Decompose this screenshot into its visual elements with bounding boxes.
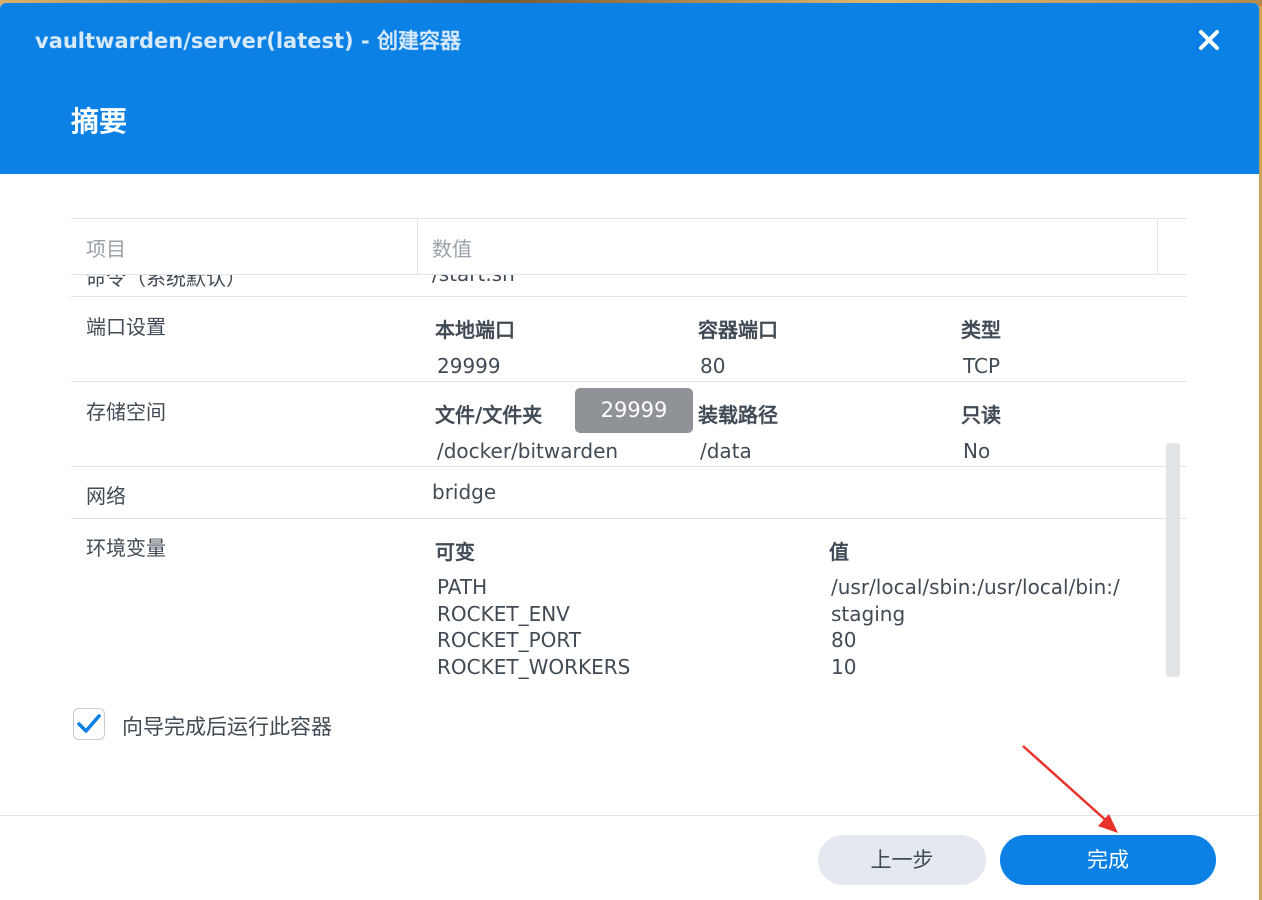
row-label-ports: 端口设置 (86, 315, 166, 339)
network-value: bridge (432, 480, 497, 504)
ports-value-local: 29999 (437, 354, 501, 378)
close-button[interactable] (1192, 23, 1226, 57)
check-icon (77, 714, 101, 733)
env-var-value: 80 (831, 628, 857, 652)
ports-value-type: TCP (963, 354, 1001, 378)
row-label-storage: 存储空间 (86, 400, 166, 424)
create-container-dialog: vaultwarden/server(latest) - 创建容器 摘要 项目 … (0, 3, 1259, 900)
dialog-header: vaultwarden/server(latest) - 创建容器 摘要 (0, 3, 1259, 174)
storage-value-readonly: No (963, 439, 991, 463)
env-header-value: 值 (829, 540, 849, 564)
storage-value-folder: /docker/bitwarden (437, 439, 619, 463)
ports-header-local: 本地端口 (435, 318, 515, 342)
row-label-network: 网络 (86, 484, 126, 508)
window-title: vaultwarden/server(latest) - 创建容器 (35, 29, 461, 53)
ports-header-type: 类型 (961, 318, 1001, 342)
run-after-wizard-checkbox[interactable] (73, 708, 105, 740)
table-row-command: 命令（系统默认） /start.sh (71, 274, 1187, 297)
page-heading: 摘要 (71, 105, 128, 138)
previous-step-button[interactable]: 上一步 (818, 835, 986, 885)
row-label-command: 命令（系统默认） (86, 274, 246, 290)
env-var-value: /usr/local/sbin:/usr/local/bin:/ (831, 575, 1120, 599)
row-value-command: /start.sh (432, 274, 515, 286)
finish-button[interactable]: 完成 (1000, 835, 1216, 885)
table-header: 项目 数值 (71, 218, 1187, 275)
table-row-env: 环境变量 可变 值 PATH /usr/local/sbin:/usr/loca… (71, 519, 1187, 680)
env-var-name: ROCKET_PORT (437, 628, 582, 652)
ports-value-container: 80 (700, 354, 726, 378)
column-header-value[interactable]: 数值 (432, 233, 472, 262)
ports-header-container: 容器端口 (698, 318, 778, 342)
footer-divider (0, 815, 1259, 816)
storage-header-folder: 文件/文件夹 (435, 403, 543, 427)
column-header-item[interactable]: 项目 (86, 233, 126, 262)
env-var-value: 10 (831, 655, 857, 679)
storage-header-readonly: 只读 (961, 403, 1001, 427)
env-var-name: PATH (437, 575, 488, 599)
env-var-name: ROCKET_WORKERS (437, 655, 631, 679)
table-row-network: 网络 bridge (71, 467, 1187, 519)
env-header-variable: 可变 (435, 540, 475, 564)
table-row-ports: 端口设置 本地端口 容器端口 类型 29999 80 TCP (71, 297, 1187, 382)
table-scrollbar[interactable] (1166, 443, 1180, 677)
value-tooltip: 29999 (575, 388, 693, 433)
row-label-env: 环境变量 (86, 536, 166, 560)
summary-table: 项目 数值 命令（系统默认） /start.sh 端口设置 本地端口 容器端口 … (71, 218, 1187, 680)
env-var-name: ROCKET_ENV (437, 602, 570, 626)
storage-value-mount: /data (700, 439, 752, 463)
env-var-value: staging (831, 602, 906, 626)
run-after-wizard-label[interactable]: 向导完成后运行此容器 (122, 711, 332, 741)
column-divider (417, 219, 418, 274)
storage-header-mount: 装载路径 (698, 403, 778, 427)
column-divider (1157, 219, 1158, 274)
close-icon (1199, 30, 1219, 50)
